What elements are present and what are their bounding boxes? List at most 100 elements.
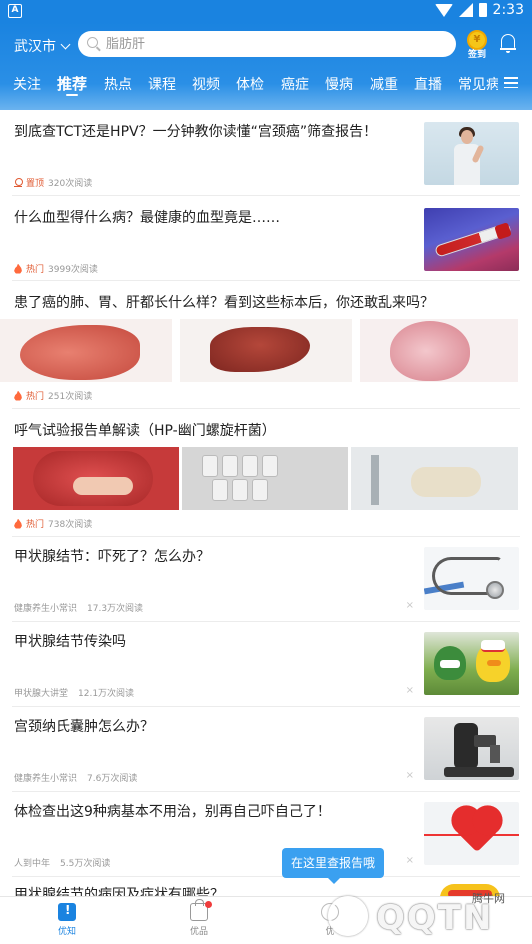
coin-icon: ¥ [467, 30, 487, 50]
dismiss-icon[interactable]: × [406, 685, 414, 696]
list-item[interactable]: 体检查出这9种病基本不用治，别再自己吓自己了！ 人到中年 5.5万次阅读 × [0, 792, 532, 877]
read-count: 320次阅读 [48, 179, 93, 189]
list-item[interactable]: 到底查TCT还是HPV？一分钟教你读懂“宫颈癌”筛查报告！ 置顶 320次阅读 [0, 110, 532, 196]
thumbnail-lab-test [351, 447, 518, 510]
article-title: 体检查出这9种病基本不用治，别再自己吓自己了！ [14, 804, 331, 820]
thumbnail-stomach [0, 319, 172, 382]
read-count: 12.1万次阅读 [78, 689, 135, 699]
list-item[interactable]: 患了癌的肺、胃、肝都长什么样？看到这些标本后，你还敢乱来吗？ 热门 251次阅读 [0, 281, 532, 409]
tab-cancer[interactable]: 癌症 [281, 74, 309, 94]
pin-icon [14, 178, 23, 188]
tab-weight-loss[interactable]: 减重 [370, 74, 398, 94]
list-item[interactable]: 宫颈纳氏囊肿怎么办？ 健康养生小常识 7.6万次阅读 × [0, 707, 532, 792]
read-count: 3999次阅读 [48, 265, 98, 275]
search-icon [87, 37, 98, 48]
tab-common-diseases[interactable]: 常见病 [458, 74, 498, 94]
article-meta: 健康养生小常识 7.6万次阅读 [14, 771, 137, 784]
dismiss-icon[interactable]: × [406, 855, 414, 866]
read-count: 738次阅读 [48, 520, 93, 530]
app-notification-icon: A [8, 4, 22, 18]
clock: 2:33 [492, 2, 524, 18]
tab-courses[interactable]: 课程 [148, 74, 176, 94]
source-name: 人到中年 [14, 859, 51, 869]
pinned-badge: 置顶 [26, 179, 45, 189]
dismiss-icon[interactable]: × [406, 600, 414, 611]
thumbnail-doctor-ducks [424, 632, 519, 695]
nav-shop[interactable]: 优品 [169, 899, 229, 937]
thumbnail-kidney [360, 319, 518, 382]
list-item[interactable]: 甲状腺结节传染吗 甲状腺大讲堂 12.1万次阅读 × [0, 622, 532, 707]
article-title: 宫颈纳氏囊肿怎么办？ [14, 719, 154, 735]
read-count: 17.3万次阅读 [87, 604, 144, 614]
list-item[interactable]: 甲状腺结节：吓死了？怎么办？ 健康养生小常识 17.3万次阅读 × [0, 537, 532, 622]
nav-news-label: 优知 [57, 927, 76, 937]
system-indicators: 2:33 [434, 2, 524, 18]
tab-follow[interactable]: 关注 [13, 74, 41, 94]
tab-live[interactable]: 直播 [414, 74, 442, 94]
thumbnail-liver [180, 319, 352, 382]
search-input[interactable] [106, 34, 436, 54]
city-selector[interactable]: 武汉市 [14, 36, 71, 56]
source-name: 健康养生小常识 [14, 774, 78, 784]
nav-shop-label: 优品 [189, 927, 208, 937]
article-title: 甲状腺结节传染吗 [14, 634, 126, 650]
article-meta: 健康养生小常识 17.3万次阅读 [14, 601, 143, 614]
thumbnail-hot-water-bag [13, 447, 179, 510]
tab-video[interactable]: 视频 [192, 74, 220, 94]
thumbnail-heart [424, 802, 519, 865]
article-title: 到底查TCT还是HPV？一分钟教你读懂“宫颈癌”筛查报告！ [14, 124, 378, 140]
wifi-icon [434, 3, 453, 17]
menu-icon[interactable] [504, 77, 518, 89]
thumbnail-microscope [424, 717, 519, 780]
article-title: 患了癌的肺、胃、肝都长什么样？看到这些标本后，你还敢乱来吗？ [14, 295, 434, 311]
fire-icon [14, 263, 22, 274]
thumbnail-blood-tube [424, 208, 519, 271]
article-meta: 热门 251次阅读 [14, 389, 92, 402]
bell-icon[interactable] [500, 34, 516, 53]
list-item[interactable]: 什么血型得什么病？最健康的血型竟是…… 热门 3999次阅读 [0, 196, 532, 281]
hot-badge: 热门 [26, 520, 45, 530]
nav-news[interactable]: 优知 [37, 903, 97, 937]
dismiss-icon[interactable]: × [406, 770, 414, 781]
read-count: 7.6万次阅读 [87, 774, 138, 784]
article-meta: 置顶 320次阅读 [14, 176, 92, 189]
article-meta: 热门 738次阅读 [14, 517, 92, 530]
article-meta: 甲状腺大讲堂 12.1万次阅读 [14, 686, 134, 699]
source-name: 甲状腺大讲堂 [14, 689, 69, 699]
cell-signal-icon [458, 3, 473, 17]
signin-label: 签到 [467, 50, 486, 60]
shopping-bag-icon [190, 899, 212, 921]
report-hint-tooltip: 在这里查报告哦 [282, 848, 384, 884]
list-item[interactable]: 呼气试验报告单解读（HP-幽门螺旋杆菌） 热门 738次阅读 [0, 409, 532, 537]
thumbnail-stethoscope [424, 547, 519, 610]
category-tabs: 关注 推荐 热点 课程 视频 体检 癌症 慢病 减重 直播 常见病 [0, 70, 532, 100]
watermark-site: 腾牛网 [472, 892, 505, 905]
tab-checkup[interactable]: 体检 [236, 74, 264, 94]
fire-icon [14, 518, 22, 529]
thumbnail-sample-bottles [182, 447, 348, 510]
app-header: 武汉市 ¥ 签到 关注 推荐 热点 课程 视频 体检 癌症 慢病 减重 直播 常… [0, 22, 532, 110]
article-meta: 人到中年 5.5万次阅读 [14, 856, 110, 869]
active-tab-indicator [66, 94, 78, 96]
hot-badge: 热门 [26, 392, 45, 402]
read-count: 251次阅读 [48, 392, 93, 402]
city-label: 武汉市 [14, 39, 56, 55]
watermark: QQTN 腾牛网 [318, 890, 530, 942]
tab-recommend[interactable]: 推荐 [57, 73, 87, 94]
article-title: 呼气试验报告单解读（HP-幽门螺旋杆菌） [14, 423, 276, 439]
article-meta: 热门 3999次阅读 [14, 262, 98, 275]
search-bar[interactable] [78, 31, 456, 57]
chevron-down-icon [60, 39, 71, 49]
hot-badge: 热门 [26, 265, 45, 275]
source-name: 健康养生小常识 [14, 604, 78, 614]
notification-dot [205, 901, 212, 908]
fire-icon [14, 390, 22, 401]
signin-button[interactable]: ¥ 签到 [464, 30, 490, 60]
watermark-logo-icon [328, 896, 368, 936]
battery-icon [478, 3, 487, 17]
thumbnail-doctor [424, 122, 519, 185]
status-bar: A 2:33 [0, 0, 532, 22]
read-count: 5.5万次阅读 [60, 859, 111, 869]
tab-hot[interactable]: 热点 [104, 74, 132, 94]
tab-chronic[interactable]: 慢病 [325, 74, 353, 94]
